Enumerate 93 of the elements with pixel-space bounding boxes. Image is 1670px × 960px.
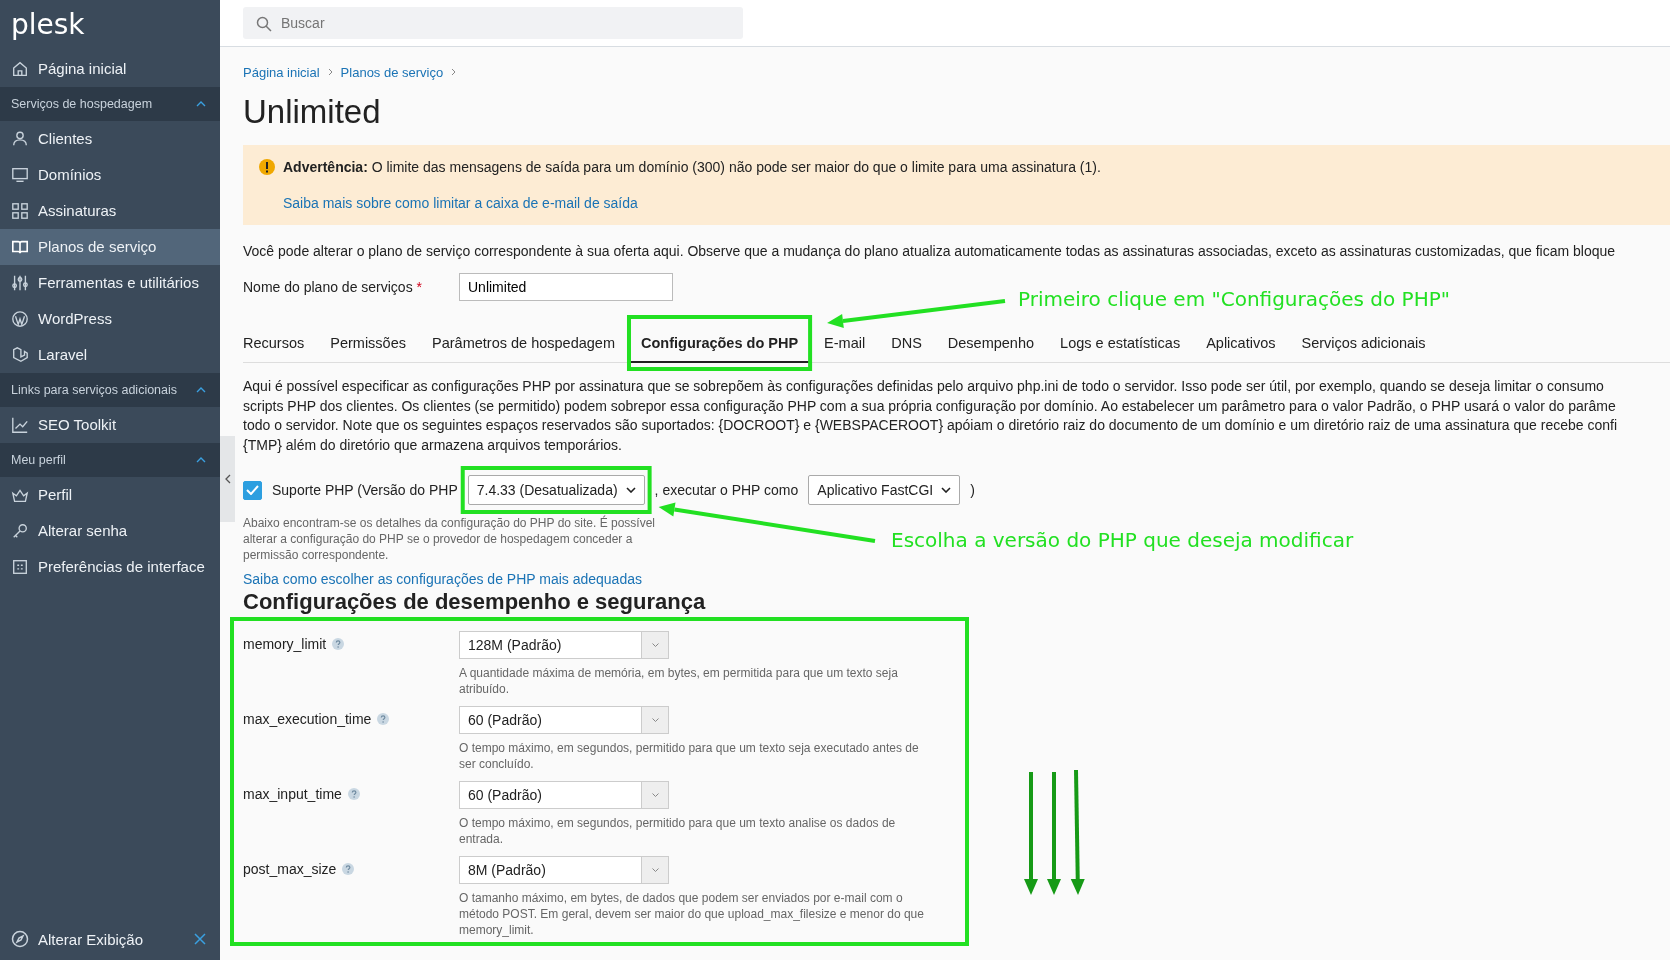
- key-icon: [11, 522, 29, 540]
- help-icon: [377, 713, 390, 725]
- setting-dropdown[interactable]: 60 (Padrão): [459, 706, 669, 734]
- annotation-text: Primeiro clique em "Configurações do PHP": [1018, 287, 1450, 311]
- search-icon: [256, 16, 272, 32]
- section-heading: Configurações de desempenho e segurança: [243, 589, 707, 615]
- tab[interactable]: DNS: [878, 325, 935, 363]
- person-icon: [11, 130, 29, 148]
- collapse-handle[interactable]: [220, 436, 235, 522]
- setting-description: O tempo máximo, em segundos, permitido para que um texto analise os dados de entrada.: [459, 815, 897, 847]
- monitor-icon: [11, 166, 29, 184]
- caret-icon: [651, 718, 659, 722]
- nav-item[interactable]: Ferramentas e utilitários: [0, 265, 220, 301]
- inline-text: , executar o PHP como: [654, 482, 799, 498]
- tab[interactable]: Permissões: [317, 325, 419, 363]
- caret-icon: [625, 487, 636, 493]
- setting-name: memory_limit: [243, 636, 327, 652]
- checkbox[interactable]: [243, 480, 262, 500]
- chevron-left-icon: [224, 474, 231, 484]
- setting-dropdown[interactable]: 60 (Padrão): [459, 781, 669, 809]
- chevron-up-icon: [196, 457, 206, 463]
- plan-name-field[interactable]: Unlimited: [459, 273, 673, 301]
- nav-item[interactable]: Preferências de interface: [0, 549, 220, 585]
- caret-icon: [651, 868, 659, 872]
- logo[interactable]: plesk: [0, 0, 85, 51]
- intro-text: Você pode alterar o plano de serviço correspondente à sua oferta aqui. Observe que a mudança do plano atualiza automaticamente todas as assinaturas associadas, exceto as assinaturas customizadas, que ficam bloque: [243, 243, 1617, 259]
- nav-item[interactable]: Perfil: [0, 477, 220, 513]
- inline-text: ): [970, 482, 975, 498]
- warning-text: Advertência: O limite das mensagens de saída para um domínio (300) não pode ser maior do que o limite para uma assinatura (1).: [283, 159, 1101, 175]
- section-header[interactable]: Links para serviços adicionais: [0, 373, 220, 407]
- chevron-up-icon: [196, 387, 206, 393]
- nav-item[interactable]: SEO Toolkit: [0, 407, 220, 443]
- change-view-button[interactable]: Alterar Exibição: [11, 930, 144, 948]
- nav-item[interactable]: Domínios: [0, 157, 220, 193]
- grid-icon: [11, 202, 29, 220]
- setting-name: max_execution_time: [243, 711, 372, 727]
- help-icon: [347, 788, 360, 800]
- caret-icon: [651, 793, 659, 797]
- chart-icon: [11, 416, 29, 434]
- nav-item[interactable]: Planos de serviço: [0, 229, 220, 265]
- description-line: todo o servidor. Note que os seguintes espaços reservados são suportados: {DOCROOT} e {WEBSPACEROOT} apóiam o diretório raiz do documento de um domínio e um diretório raiz de uma assinatura que recebe confi: [243, 416, 1618, 435]
- php-handler-dropdown[interactable]: Aplicativo FastCGI: [808, 475, 961, 505]
- tab[interactable]: Parâmetros de hospedagem: [419, 325, 628, 363]
- close-icon[interactable]: [194, 933, 206, 945]
- setting-description: O tempo máximo, em segundos, permitido para que um texto seja executado antes de ser concluído.: [459, 740, 920, 772]
- panel-icon: [11, 558, 29, 576]
- sliders-icon: [11, 274, 29, 292]
- search-field[interactable]: Buscar: [243, 7, 743, 39]
- field-label: Nome do plano de serviços *: [243, 279, 423, 295]
- chevron-up-icon: [196, 101, 206, 107]
- tab[interactable]: Recursos: [243, 325, 318, 363]
- nav-item[interactable]: Assinaturas: [0, 193, 220, 229]
- setting-dropdown[interactable]: 8M (Padrão): [459, 856, 669, 884]
- house-icon: [11, 60, 29, 78]
- description-line: Aqui é possível especificar as configurações PHP por assinatura que se sobrepõem às configurações definidas pelo arquivo php.ini de todo o servidor. Isso pode ser útil, por exemplo, quando se deseja limitar o consumo: [243, 377, 1605, 396]
- hint-text: Abaixo encontram-se os detalhes da configuração do PHP do site. É possível alterar a configuração do PHP se o provedor de hospedagem conceder a permissão correspondente.: [243, 515, 657, 563]
- help-icon: [332, 638, 345, 650]
- php-version-dropdown[interactable]: 7.4.33 (Desatualizada): [467, 475, 645, 505]
- setting-description: O tamanho máximo, em bytes, de dados que podem ser enviados por e-mail com o método POST. Em geral, devem ser maior do que upload_max_filesize e menor do que memory_limit.: [459, 890, 925, 938]
- breadcrumb-link[interactable]: Planos de serviço: [340, 64, 444, 80]
- annotation-text: Escolha a versão do PHP que deseja modificar: [891, 528, 1354, 552]
- tab[interactable]: Aplicativos: [1193, 325, 1289, 363]
- section-header[interactable]: Meu perfil: [0, 443, 220, 477]
- nav-item[interactable]: Laravel: [0, 337, 220, 373]
- caret-icon: [941, 487, 952, 493]
- setting-name: max_input_time: [243, 786, 342, 802]
- help-icon: [342, 863, 355, 875]
- help-link[interactable]: Saiba como escolher as configurações de PHP mais adequadas: [243, 571, 642, 587]
- chevron-right-icon: [327, 68, 333, 76]
- nav-item[interactable]: Página inicial: [0, 51, 220, 87]
- caret-icon: [651, 643, 659, 647]
- page-title: Unlimited: [243, 93, 382, 131]
- book-icon: [11, 238, 29, 256]
- tab[interactable]: Desempenho: [934, 325, 1048, 363]
- setting-description: A quantidade máxima de memória, em bytes, em permitida para que um texto seja atribuído.: [459, 665, 899, 697]
- description-line: {TMP} além do diretório que armazena arquivos temporários.: [243, 435, 623, 455]
- nav-item[interactable]: Clientes: [0, 121, 220, 157]
- compass-icon: [11, 930, 29, 948]
- chevron-right-icon: [451, 68, 457, 76]
- warning-link[interactable]: Saiba mais sobre como limitar a caixa de e-mail de saída: [283, 195, 638, 211]
- description-line: scripts PHP dos clientes. Os clientes (se permitido) podem sobrepor essa configuração PHP com a sua própria configuração por domínio. Ao estabelecer um parâmetro para o valor Padrão, o PHP usará o valor do parâme: [243, 396, 1617, 416]
- nav-item[interactable]: WordPress: [0, 301, 220, 337]
- breadcrumb-link[interactable]: Página inicial: [243, 64, 320, 80]
- tab[interactable]: Serviços adicionais: [1288, 325, 1439, 363]
- tab[interactable]: Logs e estatísticas: [1047, 325, 1194, 363]
- nav-item[interactable]: Alterar senha: [0, 513, 220, 549]
- tab[interactable]: Configurações do PHP: [628, 325, 812, 363]
- section-header[interactable]: Serviços de hospedagem: [0, 87, 220, 121]
- tab[interactable]: E-mail: [811, 325, 879, 363]
- setting-dropdown[interactable]: 128M (Padrão): [459, 631, 669, 659]
- checkbox-label: Suporte PHP (Versão do PHP: [272, 482, 458, 498]
- exclamation-icon: [259, 159, 275, 175]
- setting-name: post_max_size: [243, 861, 337, 877]
